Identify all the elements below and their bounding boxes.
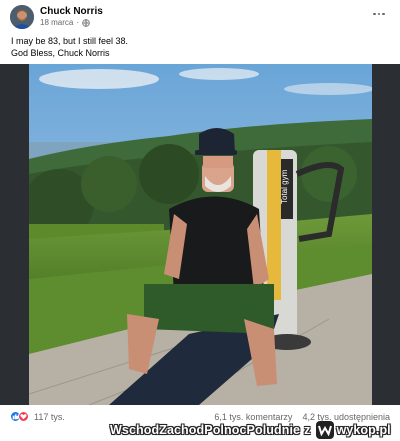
watermark-username: WschodZachodPolnocPoludnie [110,423,301,437]
love-reaction-icon [18,411,29,422]
wykop-logo-icon [316,421,335,439]
more-options-icon[interactable] [372,7,386,21]
post-text-line-1: I may be 83, but I still feel 38. [11,36,129,46]
post-header: Chuck Norris 18 marca · [10,5,390,31]
repost-watermark: WschodZachodPolnocPoludnie z wykop.pl [110,419,400,441]
post-photo-frame: Total gym [0,64,400,405]
gym-brand-label: Total gym [280,169,289,204]
author-name[interactable]: Chuck Norris [40,6,103,17]
wykop-logo: wykop.pl [316,421,391,439]
author-avatar[interactable] [10,5,34,29]
post-date[interactable]: 18 marca [40,18,73,27]
watermark-separator: z [304,423,311,437]
globe-icon [82,18,90,27]
post-photo[interactable]: Total gym [29,64,372,405]
post-meta: 18 marca · [40,18,90,27]
post-text: I may be 83, but I still feel 38. God Bl… [11,35,128,59]
reactions-count: 117 tys. [34,411,65,422]
post-text-line-2: God Bless, Chuck Norris [11,48,110,58]
wykop-logo-text: wykop.pl [336,423,391,437]
reactions-summary[interactable]: 117 tys. [10,411,65,422]
